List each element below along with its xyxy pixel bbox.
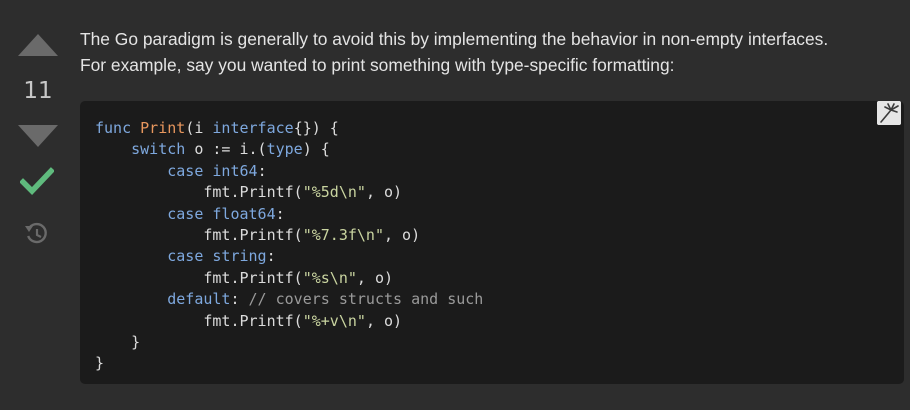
code-token: fmt.Printf( — [95, 183, 303, 202]
code-token: , o) — [384, 225, 421, 244]
code-token: : — [266, 247, 276, 266]
code-token: : — [230, 290, 249, 309]
code-token: o := i.( — [185, 140, 267, 159]
code-token: Print — [140, 119, 186, 137]
code-token: , o) — [365, 183, 403, 202]
triangle-down-icon — [18, 125, 58, 147]
code-line: fmt.Printf("%+v\n", o) — [95, 311, 483, 332]
code-token: fmt.Printf( — [95, 225, 303, 244]
code-token: interface — [212, 119, 294, 137]
code-line: fmt.Printf("%7.3f\n", o) — [95, 225, 483, 246]
copy-code-button[interactable] — [877, 101, 901, 125]
code-token: } — [95, 354, 105, 373]
code-token: // covers structs and such — [248, 290, 484, 309]
code-token: ) { — [302, 140, 330, 159]
code-line: default: // covers structs and such — [95, 289, 483, 310]
code-token: default — [167, 290, 231, 309]
code-token: fmt.Printf( — [95, 311, 303, 330]
code-token: : — [275, 204, 285, 223]
code-token: float64 — [212, 204, 276, 223]
answer-body-text: The Go paradigm is generally to avoid th… — [80, 26, 906, 78]
answer-text-line: The Go paradigm is generally to avoid th… — [80, 29, 829, 49]
code-line: case string: — [95, 246, 483, 267]
vote-column: 11 — [0, 0, 76, 410]
code-line: func Print(i interface{}) { — [95, 118, 483, 139]
code-line: switch o := i.(type) { — [95, 139, 483, 160]
code-token: : — [257, 161, 267, 180]
code-line: } — [95, 332, 483, 353]
code-token: case — [167, 204, 204, 223]
code-token: int64 — [212, 161, 258, 180]
code-token: case — [167, 161, 204, 180]
code-token: "%7.3f\n" — [302, 225, 384, 244]
code-token: "%+v\n" — [302, 311, 366, 330]
code-token: } — [95, 332, 141, 351]
vote-score: 11 — [23, 78, 53, 104]
code-line: fmt.Printf("%5d\n", o) — [95, 182, 483, 203]
triangle-up-icon — [18, 34, 58, 56]
accepted-answer-checkmark-icon — [20, 167, 54, 195]
code-line: case float64: — [95, 204, 483, 225]
code-line: fmt.Printf("%s\n", o) — [95, 268, 483, 289]
code-token: type — [266, 140, 303, 159]
upvote-button[interactable] — [17, 33, 59, 57]
code-token: , o) — [356, 268, 394, 287]
code-token: fmt.Printf( — [95, 268, 303, 287]
code-line: } — [95, 353, 483, 374]
code-token: case — [167, 247, 204, 266]
downvote-button[interactable] — [17, 124, 59, 148]
code-token: , o) — [365, 311, 403, 330]
code-token: "%s\n" — [302, 268, 357, 287]
code-line: case int64: — [95, 161, 483, 182]
code-token: func — [95, 119, 141, 137]
code-token: "%5d\n" — [302, 183, 366, 202]
code-token: (i — [185, 119, 213, 137]
history-icon[interactable] — [24, 221, 50, 247]
code-token: switch — [131, 140, 186, 159]
code-block: func Print(i interface{}) { switch o := … — [80, 101, 904, 384]
answer-text-line: For example, say you wanted to print som… — [80, 55, 675, 75]
code-content: func Print(i interface{}) { switch o := … — [95, 118, 483, 375]
code-token: {}) { — [293, 119, 339, 137]
code-token: string — [212, 247, 267, 266]
